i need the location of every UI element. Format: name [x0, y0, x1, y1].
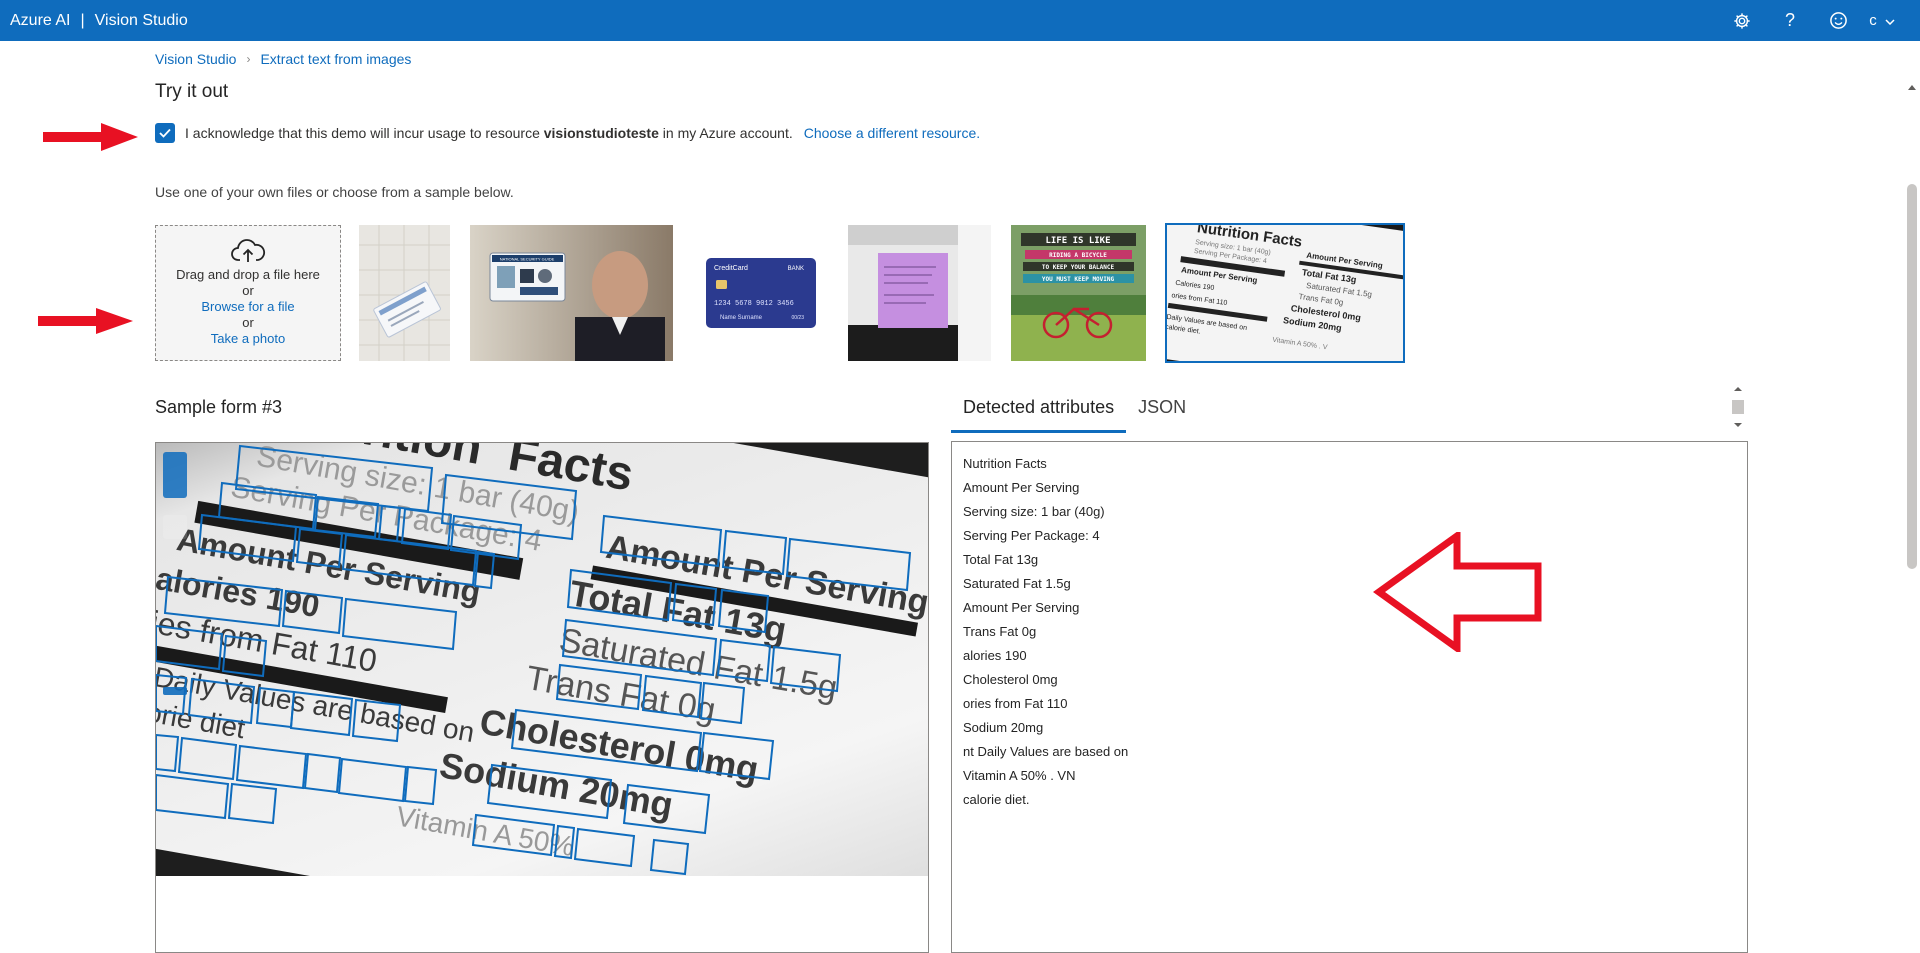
- svg-text:1234 5678 9012 3456: 1234 5678 9012 3456: [714, 300, 794, 308]
- chevron-right-icon: ›: [246, 52, 251, 66]
- acknowledge-row: I acknowledge that this demo will incur …: [155, 123, 980, 143]
- page-scrollbar[interactable]: [1904, 78, 1920, 953]
- brand[interactable]: Azure AI | Vision Studio: [10, 12, 188, 30]
- breadcrumb: Vision Studio › Extract text from images: [155, 51, 411, 67]
- scrollbar-thumb[interactable]: [1907, 184, 1917, 569]
- detected-line: Total Fat 13g: [963, 552, 1039, 567]
- or-text: or: [242, 315, 254, 330]
- sample-thumbnail-nutrition-facts[interactable]: Nutrition Facts Serving size: 1 bar (40g…: [1165, 223, 1405, 363]
- tab-json[interactable]: JSON: [1126, 393, 1198, 433]
- detected-line: nt Daily Values are based on: [963, 744, 1129, 759]
- detected-line: Nutrition Facts: [963, 456, 1047, 471]
- sample-thumbnail-credit-card[interactable]: CreditCard BANK 1234 5678 9012 3456 Name…: [706, 225, 816, 361]
- user-initial: c: [1869, 12, 1877, 29]
- svg-text:RIDING A BICYCLE: RIDING A BICYCLE: [1049, 252, 1107, 259]
- svg-text:YOU MUST KEEP MOVING: YOU MUST KEEP MOVING: [1042, 276, 1115, 283]
- sample-thumbnail-id-card[interactable]: NATIONAL SECURITY GUIDE: [470, 225, 673, 361]
- detected-line: Vitamin A 50% . VN: [963, 768, 1076, 783]
- user-account-button[interactable]: c: [1862, 0, 1902, 41]
- detected-line: Serving Per Package: 4: [963, 528, 1100, 543]
- brand-name: Azure AI: [10, 11, 71, 29]
- choose-resource-link[interactable]: Choose a different resource.: [804, 125, 980, 141]
- sample-form-title: Sample form #3: [155, 397, 283, 417]
- svg-text:CreditCard: CreditCard: [714, 265, 748, 272]
- tabs-scrollbar[interactable]: [1730, 385, 1746, 429]
- detected-line: Sodium 20mg: [963, 720, 1044, 735]
- detected-line: Amount Per Serving: [963, 600, 1080, 615]
- settings-icon[interactable]: [1718, 0, 1766, 41]
- resource-name: visionstudioteste: [543, 125, 659, 141]
- sample-thumbnail-bicycle-poster[interactable]: LIFE IS LIKE RIDING A BICYCLE TO KEEP YO…: [1011, 225, 1146, 361]
- detected-line: calorie diet.: [963, 792, 1030, 807]
- annotation-arrow-right-icon: [43, 123, 138, 151]
- drag-drop-text: Drag and drop a file here: [176, 267, 320, 282]
- top-bar: Azure AI | Vision Studio ? c: [0, 0, 1920, 41]
- breadcrumb-extract-text[interactable]: Extract text from images: [260, 51, 411, 67]
- browse-file-link[interactable]: Browse for a file: [156, 299, 340, 315]
- or-text: or: [242, 283, 254, 298]
- scroll-up-icon[interactable]: [1904, 78, 1920, 98]
- section-title: Try it out: [155, 81, 229, 102]
- detected-line: ories from Fat 110: [963, 696, 1068, 711]
- detected-line: alories 190: [963, 648, 1027, 663]
- upload-instruction: Use one of your own files or choose from…: [155, 184, 514, 200]
- sample-thumbnail-social-security-card[interactable]: [359, 225, 450, 361]
- detected-line: Cholesterol 0mg: [963, 672, 1058, 687]
- breadcrumb-vision-studio[interactable]: Vision Studio: [155, 51, 236, 67]
- detected-line: Amount Per Serving: [963, 480, 1080, 495]
- detected-line: Serving size: 1 bar (40g): [963, 504, 1105, 519]
- detected-attributes-panel: Nutrition Facts Amount Per Serving Servi…: [951, 441, 1748, 953]
- svg-text:NATIONAL SECURITY GUIDE: NATIONAL SECURITY GUIDE: [500, 257, 555, 262]
- feedback-smiley-icon[interactable]: [1814, 0, 1862, 41]
- help-icon[interactable]: ?: [1766, 0, 1814, 41]
- zoom-controls[interactable]: [163, 452, 187, 498]
- sample-thumbnail-sticky-note[interactable]: [848, 225, 991, 361]
- annotation-arrow-left-icon: [1373, 532, 1542, 652]
- svg-text:00/23: 00/23: [791, 315, 804, 321]
- chevron-down-icon: [1885, 12, 1895, 29]
- acknowledge-checkbox[interactable]: [155, 123, 175, 143]
- svg-text:BANK: BANK: [788, 266, 804, 272]
- product-name: Vision Studio: [94, 11, 188, 29]
- brand-separator: |: [80, 11, 85, 29]
- detected-line: Saturated Fat 1.5g: [963, 576, 1071, 591]
- annotation-arrow-right-icon: [38, 308, 133, 334]
- tab-detected-attributes[interactable]: Detected attributes: [951, 393, 1127, 433]
- image-preview-panel: Nutrition Facts Serving size: 1 bar (40g…: [155, 442, 929, 953]
- detected-line: Trans Fat 0g: [963, 624, 1037, 639]
- result-tabs: Detected attributes JSON: [951, 393, 1198, 433]
- cloud-upload-icon: [156, 238, 340, 267]
- svg-text:TO KEEP YOUR BALANCE: TO KEEP YOUR BALANCE: [1042, 264, 1115, 271]
- svg-text:LIFE IS LIKE: LIFE IS LIKE: [1045, 236, 1110, 246]
- nutrition-label-image: Nutrition Facts Serving size: 1 bar (40g…: [156, 443, 928, 876]
- checkmark-icon: [159, 128, 171, 138]
- svg-text:Name Surname: Name Surname: [720, 315, 763, 321]
- file-dropzone[interactable]: Drag and drop a file here or Browse for …: [155, 225, 341, 361]
- acknowledge-text: I acknowledge that this demo will incur …: [185, 125, 793, 141]
- take-photo-link[interactable]: Take a photo: [156, 331, 340, 347]
